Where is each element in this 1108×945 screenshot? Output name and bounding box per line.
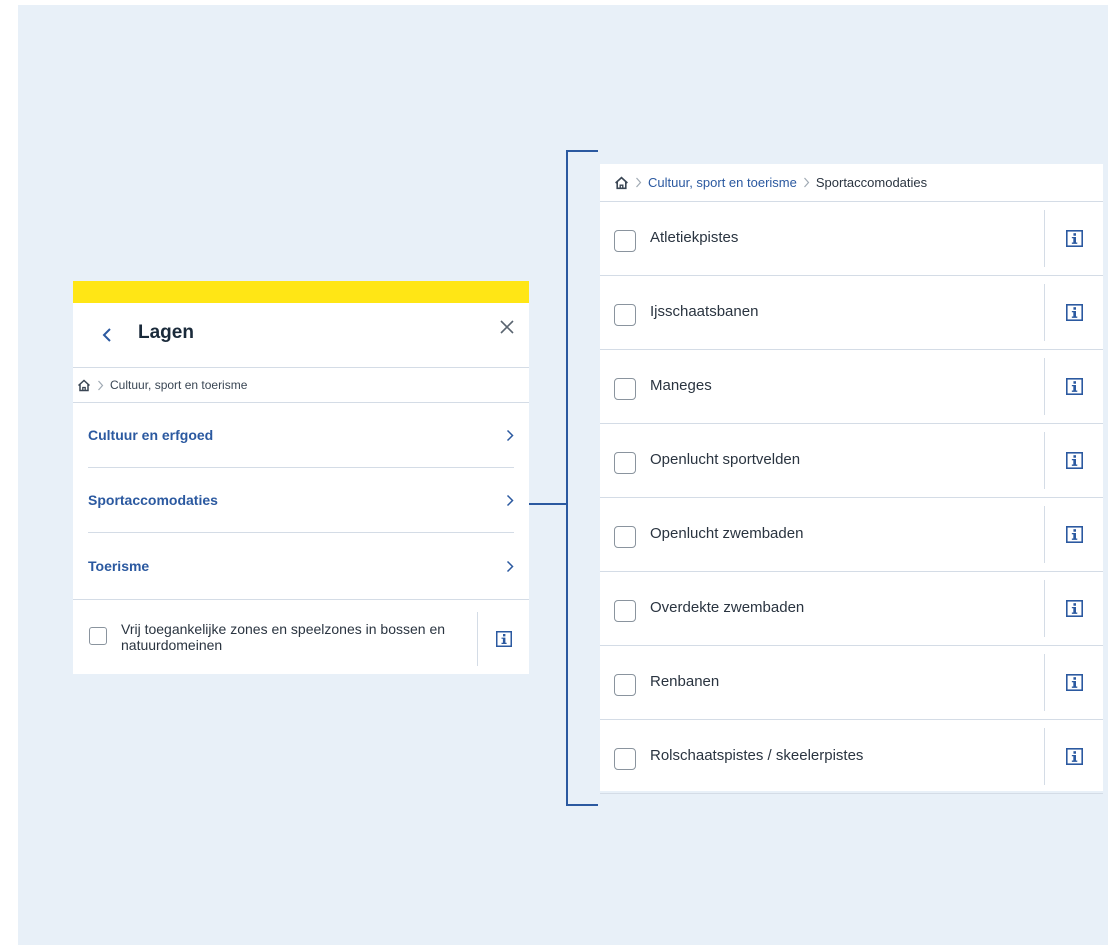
info-button[interactable] (477, 612, 530, 666)
breadcrumb-parent-link[interactable]: Cultuur, sport en toerisme (648, 175, 797, 190)
layer-label: Ijsschaatsbanen (650, 303, 759, 320)
info-icon (1066, 526, 1083, 543)
layer-row: Vrij toegankelijke zones en speelzones i… (73, 600, 529, 674)
layer-row: Atletiekpistes (600, 202, 1103, 276)
category-label: Sportaccomodaties (88, 492, 218, 508)
accent-bar (73, 281, 529, 303)
layer-checkbox[interactable] (614, 674, 636, 696)
layer-row: Ijsschaatsbanen (600, 276, 1103, 350)
chevron-right-icon (635, 177, 642, 188)
breadcrumb-home[interactable] (77, 378, 91, 392)
home-icon (615, 176, 628, 189)
info-button[interactable] (1044, 728, 1104, 785)
layer-checkbox[interactable] (614, 452, 636, 474)
layer-row: Openlucht sportvelden (600, 424, 1103, 498)
info-icon (1066, 600, 1083, 617)
layer-label: Maneges (650, 377, 712, 394)
chevron-left-icon (102, 328, 111, 342)
close-button[interactable] (497, 317, 517, 337)
chevron-right-icon (506, 494, 514, 507)
bracket-top (566, 150, 598, 152)
category-label: Cultuur en erfgoed (88, 427, 214, 443)
category-label: Toerisme (88, 558, 150, 574)
chevron-right-icon (506, 429, 514, 442)
layer-label: Vrij toegankelijke zones en speelzones i… (121, 621, 446, 653)
info-icon (1066, 674, 1083, 691)
chevron-right-icon (97, 380, 104, 391)
breadcrumb-home[interactable] (614, 176, 629, 190)
info-icon (1066, 748, 1083, 765)
panel-title: Lagen (138, 322, 194, 343)
info-icon (496, 631, 512, 647)
layer-row: Openlucht zwembaden (600, 498, 1103, 572)
layer-row: Overdekte zwembaden (600, 572, 1103, 646)
layer-label: Openlucht sportvelden (650, 451, 801, 468)
layer-label: Overdekte zwembaden (650, 599, 805, 616)
layer-checkbox[interactable] (614, 378, 636, 400)
layer-row: Renbanen (600, 646, 1103, 720)
layer-checkbox[interactable] (614, 230, 636, 252)
category-toerisme[interactable]: Toerisme (73, 533, 529, 600)
category-sportaccomodaties[interactable]: Sportaccomodaties (88, 468, 514, 533)
info-button[interactable] (1044, 284, 1104, 341)
chevron-right-icon (506, 560, 514, 573)
panel-header: Lagen (73, 303, 529, 368)
home-icon (77, 378, 91, 391)
layer-row: Maneges (600, 350, 1103, 424)
breadcrumb-current: Sportaccomodaties (815, 175, 928, 190)
bracket-bottom (566, 804, 598, 806)
layer-label: Rolschaatspistes / skeelerpistes (650, 747, 864, 764)
info-button[interactable] (1044, 580, 1104, 637)
layer-checkbox[interactable] (614, 600, 636, 622)
layer-row: Rolschaatspistes / skeelerpistes (600, 720, 1103, 794)
layer-label: Atletiekpistes (650, 229, 739, 246)
info-icon (1066, 452, 1083, 469)
breadcrumb: Cultuur, sport en toerisme (73, 368, 529, 403)
layer-checkbox[interactable] (89, 627, 107, 645)
layer-label: Openlucht zwembaden (650, 525, 804, 542)
breadcrumb: Cultuur, sport en toerisme Sportaccomoda… (600, 164, 1103, 202)
layers-panel: Lagen Cultuur, sport en toerisme Cultuur… (73, 281, 529, 674)
info-button[interactable] (1044, 654, 1104, 711)
layer-checkbox[interactable] (614, 304, 636, 326)
layer-checkbox[interactable] (614, 748, 636, 770)
info-button[interactable] (1044, 210, 1104, 267)
breadcrumb-current: Cultuur, sport en toerisme (110, 378, 248, 392)
info-icon (1066, 230, 1083, 247)
chevron-right-icon (803, 177, 810, 188)
sublayers-panel: Cultuur, sport en toerisme Sportaccomoda… (600, 164, 1103, 794)
info-button[interactable] (1044, 506, 1104, 563)
back-button[interactable] (97, 321, 117, 349)
bracket-line (566, 150, 568, 806)
layer-label: Renbanen (650, 673, 720, 690)
info-button[interactable] (1044, 358, 1104, 415)
close-icon (500, 320, 514, 334)
info-icon (1066, 378, 1083, 395)
info-button[interactable] (1044, 432, 1104, 489)
info-icon (1066, 304, 1083, 321)
connector-line (529, 503, 567, 505)
layer-checkbox[interactable] (614, 526, 636, 548)
category-cultuur-en-erfgoed[interactable]: Cultuur en erfgoed (88, 403, 514, 468)
